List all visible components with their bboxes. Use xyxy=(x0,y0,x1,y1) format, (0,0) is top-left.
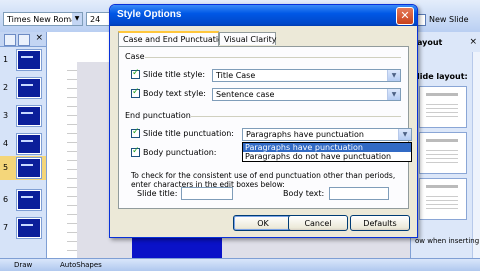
slide-title-punctuation-checkbox[interactable] xyxy=(131,127,140,138)
slides-tab-icon[interactable] xyxy=(18,34,30,46)
slide-title-style-checkbox[interactable] xyxy=(131,68,140,79)
slides-pane: × 1 2 3 4 5 6 7 xyxy=(0,32,47,258)
slide-thumbnail[interactable]: 7 xyxy=(0,216,46,240)
slide-number: 6 xyxy=(3,195,9,204)
slide-thumb-image xyxy=(16,217,42,239)
defaults-button[interactable]: Defaults xyxy=(350,215,410,231)
dialog-titlebar[interactable]: Style Options ✕ xyxy=(110,5,417,26)
slide-thumb-image xyxy=(16,157,42,179)
task-pane-title: ayout xyxy=(417,38,443,47)
dropdown-option-no-punctuation[interactable]: Paragraphs do not have punctuation xyxy=(243,152,411,161)
drawing-toolbar: Draw AutoShapes xyxy=(0,258,480,271)
chevron-down-icon[interactable]: ▼ xyxy=(72,13,82,25)
end-punctuation-section-label: End punctuation xyxy=(125,111,191,120)
layout-thumbnail[interactable] xyxy=(419,86,467,128)
font-size-value: 24 xyxy=(90,15,101,24)
slide-thumb-image xyxy=(16,77,42,99)
scrollbar[interactable] xyxy=(472,52,480,258)
body-text-style-checkbox[interactable] xyxy=(131,87,140,98)
body-text-style-value: Sentence case xyxy=(216,90,275,99)
slide-number: 7 xyxy=(3,223,9,232)
slide-number: 5 xyxy=(3,163,9,172)
slide-title-style-label: Slide title style: xyxy=(143,70,206,79)
slide-thumbnail[interactable]: 6 xyxy=(0,188,46,212)
font-name-value: Times New Roman xyxy=(7,15,82,24)
slide-number: 3 xyxy=(3,111,9,120)
draw-menu-button[interactable]: Draw xyxy=(14,259,32,271)
slide-title-punctuation-input[interactable] xyxy=(181,187,233,200)
dropdown-option-have-punctuation[interactable]: Paragraphs have punctuation xyxy=(243,143,411,152)
new-slide-label: New Slide xyxy=(429,15,469,24)
slide-thumbnail[interactable]: 1 xyxy=(0,48,46,72)
tab-case-and-end-punctuation[interactable]: Case and End Punctuation xyxy=(118,31,228,46)
slide-thumbnail[interactable]: 2 xyxy=(0,76,46,100)
slide-number: 2 xyxy=(3,83,9,92)
slide-thumbnail-selected[interactable]: 5 xyxy=(0,156,46,180)
layout-thumbnail[interactable] xyxy=(419,178,467,220)
slide-title-style-select[interactable]: Title Case ▼ xyxy=(212,69,401,82)
slide-title-punctuation-label: Slide title punctuation: xyxy=(143,129,234,138)
layout-thumbnail[interactable] xyxy=(419,132,467,174)
chevron-down-icon[interactable]: ▼ xyxy=(387,89,400,100)
show-when-inserting-label: ow when inserting ne xyxy=(415,237,480,245)
divider xyxy=(191,116,401,117)
font-size-combo[interactable]: 24 xyxy=(86,12,110,26)
vertical-ruler xyxy=(67,62,77,258)
slide-number: 1 xyxy=(3,55,9,64)
body-text-field-label: Body text: xyxy=(283,189,325,198)
body-text-style-select[interactable]: Sentence case ▼ xyxy=(212,88,401,101)
pane-tabs: × xyxy=(0,32,46,47)
body-punctuation-checkbox[interactable] xyxy=(131,146,140,157)
tab-visual-clarity[interactable]: Visual Clarity xyxy=(219,32,277,45)
tab-panel: Case Slide title style: Title Case ▼ Body… xyxy=(118,46,412,209)
slide-layout-label: lide layout: xyxy=(417,72,468,81)
cancel-button[interactable]: Cancel xyxy=(288,215,348,231)
slide-thumb-image xyxy=(16,49,42,71)
slide-title-field-label: Slide title: xyxy=(137,189,178,198)
body-punctuation-option[interactable]: Body punctuation: xyxy=(131,146,217,157)
ok-button[interactable]: OK xyxy=(233,215,293,231)
slide-layout-pane: ayout × lide layout: ow when inserting n… xyxy=(410,32,480,258)
chevron-down-icon[interactable]: ▼ xyxy=(387,70,400,81)
outline-tab-icon[interactable] xyxy=(4,34,16,46)
slide-thumb-image xyxy=(16,133,42,155)
body-text-style-option[interactable]: Body text style: xyxy=(131,87,206,98)
dialog-title: Style Options xyxy=(117,9,182,20)
slide-thumbnail[interactable]: 3 xyxy=(0,104,46,128)
slide-thumbnail[interactable]: 4 xyxy=(0,132,46,156)
slide-thumb-image xyxy=(16,189,42,211)
slide-title-style-option[interactable]: Slide title style: xyxy=(131,68,206,79)
new-slide-button[interactable]: New Slide xyxy=(414,12,480,28)
close-button[interactable]: ✕ xyxy=(396,7,414,25)
body-text-style-label: Body text style: xyxy=(143,89,206,98)
divider xyxy=(145,57,401,58)
slide-number: 4 xyxy=(3,139,9,148)
slide-thumb-image xyxy=(16,105,42,127)
style-options-dialog: Style Options ✕ Case and End Punctuation… xyxy=(109,4,418,238)
punctuation-dropdown-list: Paragraphs have punctuation Paragraphs d… xyxy=(242,142,412,162)
chevron-down-icon[interactable]: ▼ xyxy=(398,129,411,140)
slide-title-style-value: Title Case xyxy=(216,71,256,80)
autoshapes-menu-button[interactable]: AutoShapes xyxy=(60,259,102,271)
case-section-label: Case xyxy=(125,52,145,61)
slide-title-punctuation-option[interactable]: Slide title punctuation: xyxy=(131,127,234,138)
slide-title-punctuation-select[interactable]: Paragraphs have punctuation ▼ xyxy=(242,128,412,141)
close-icon[interactable]: × xyxy=(469,37,477,47)
font-name-combo[interactable]: Times New Roman ▼ xyxy=(3,12,83,26)
slide-title-punctuation-value: Paragraphs have punctuation xyxy=(246,130,364,139)
body-text-punctuation-input[interactable] xyxy=(329,187,389,200)
body-punctuation-label: Body punctuation: xyxy=(143,148,217,157)
close-icon[interactable]: × xyxy=(35,33,43,43)
